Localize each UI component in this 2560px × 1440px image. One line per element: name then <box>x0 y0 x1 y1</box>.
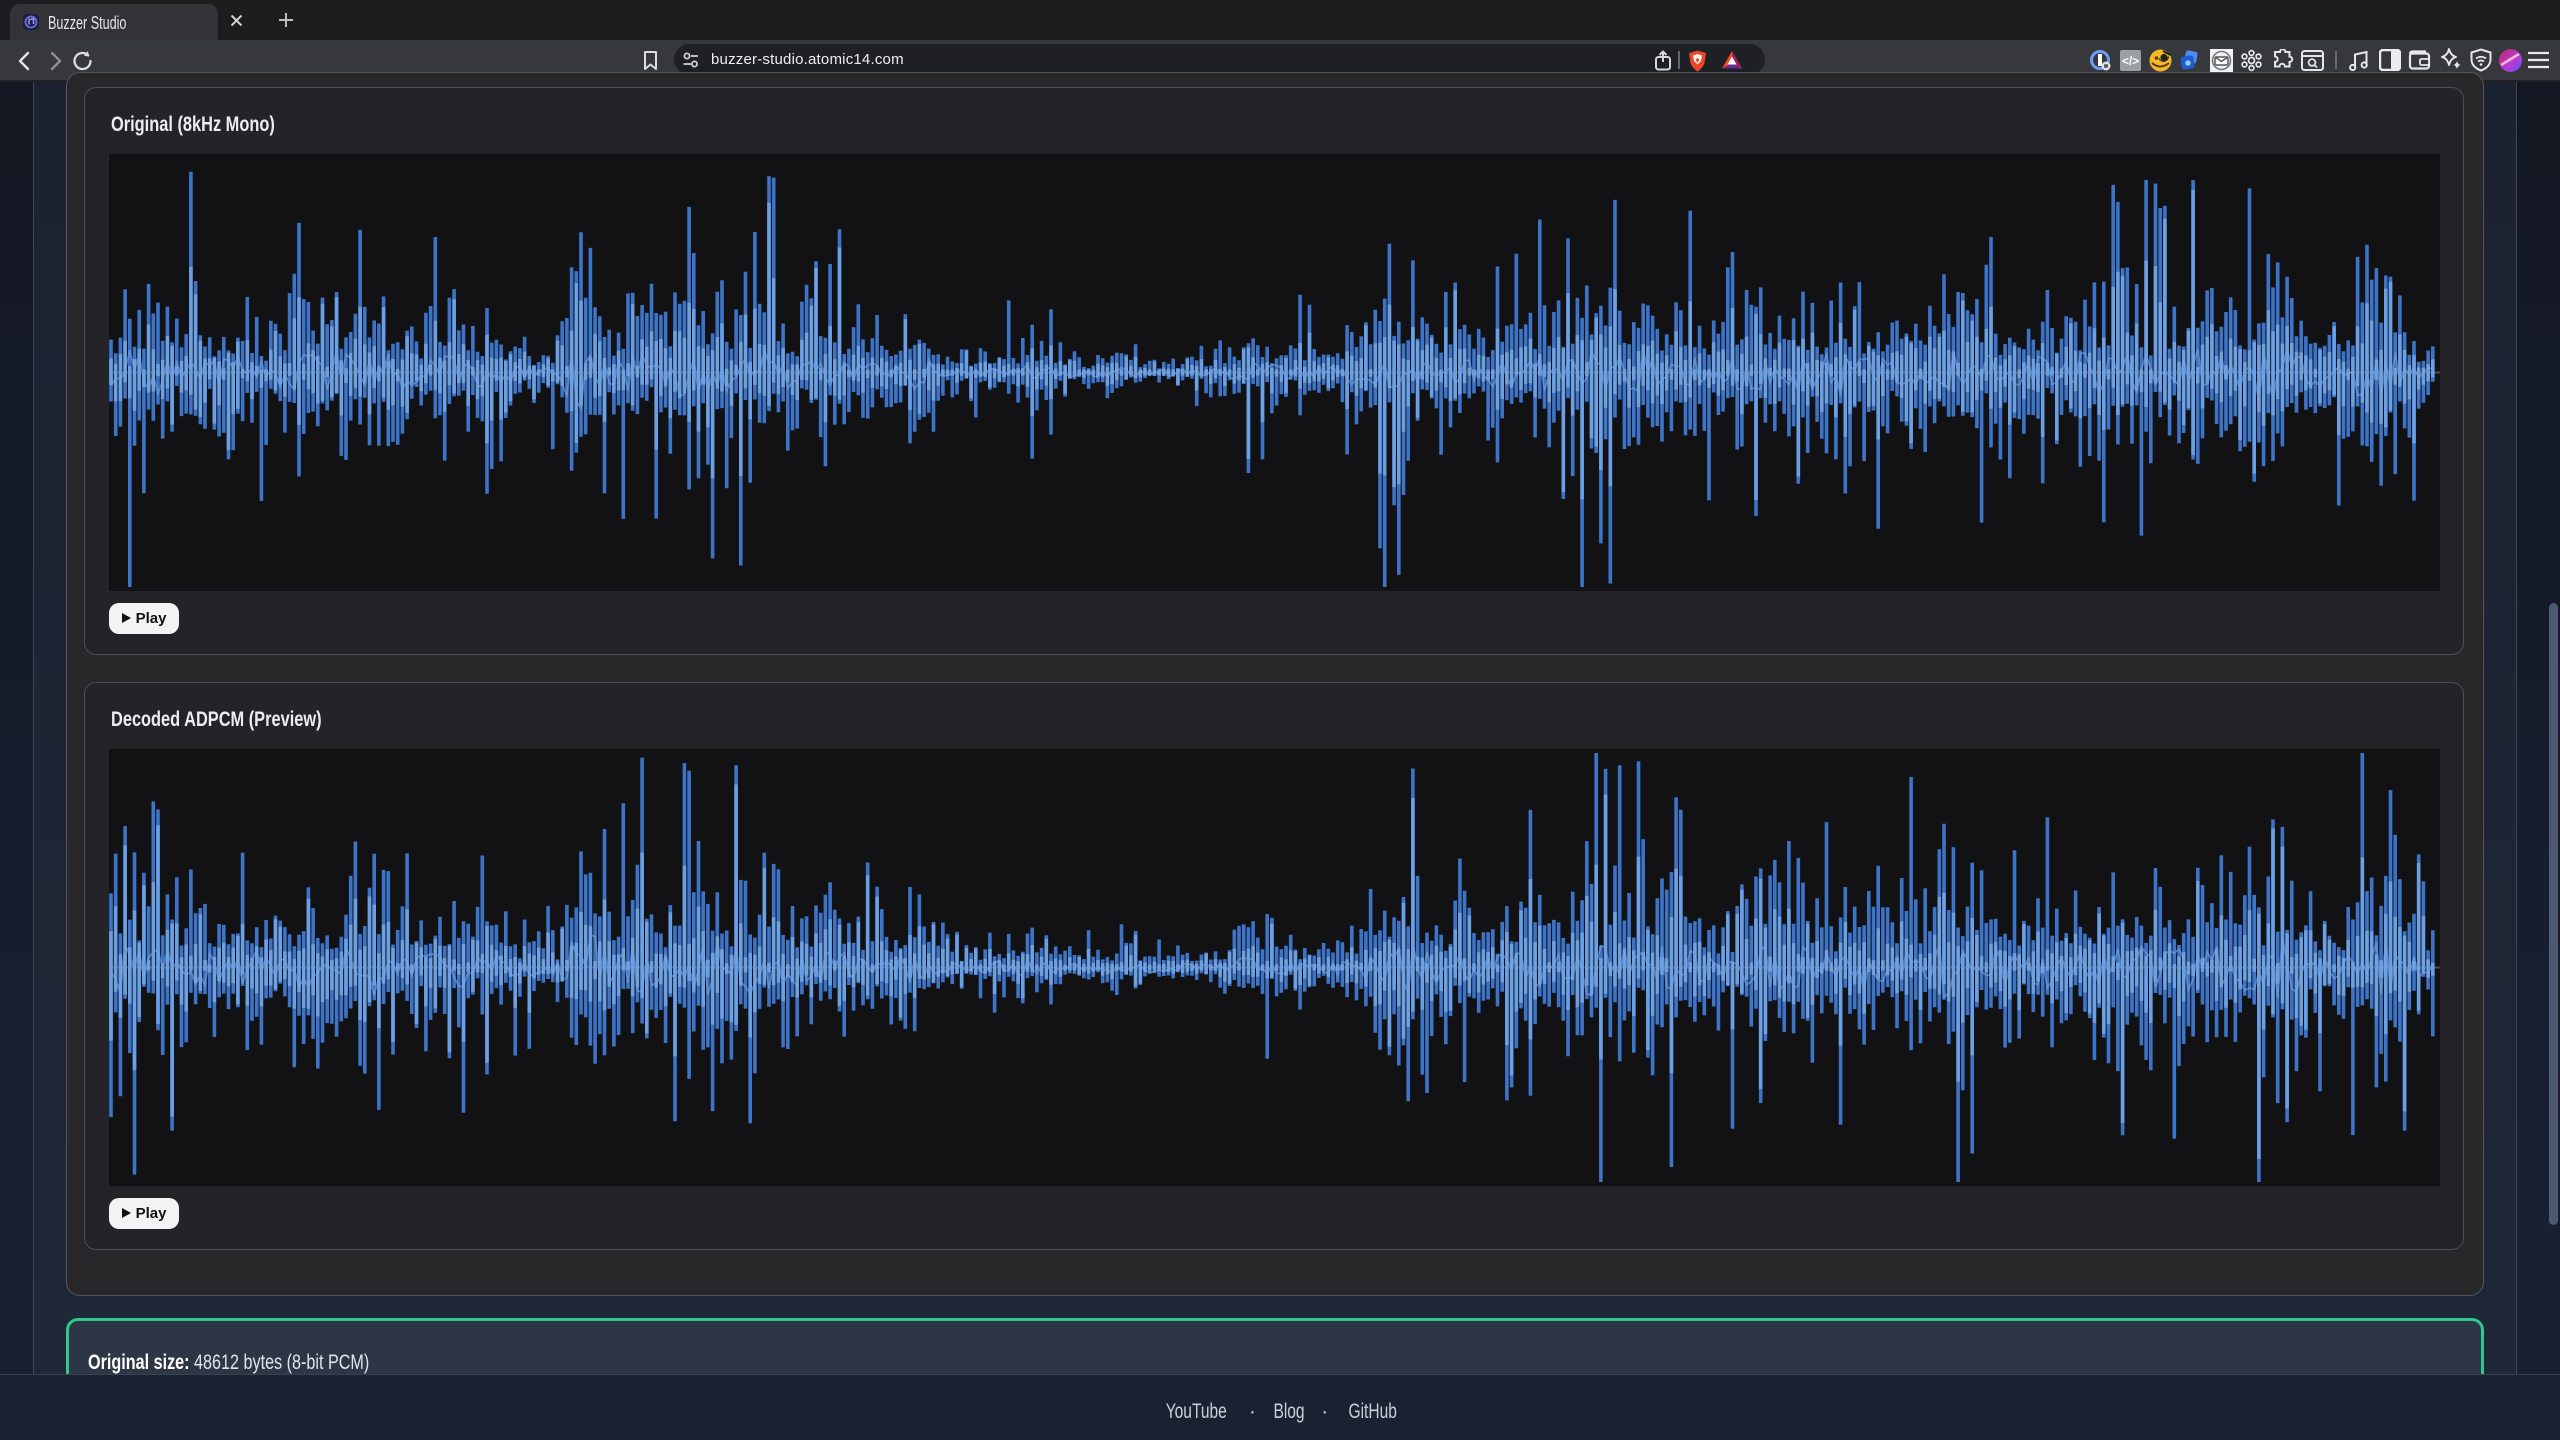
svg-text:</>: </> <box>2122 54 2139 68</box>
